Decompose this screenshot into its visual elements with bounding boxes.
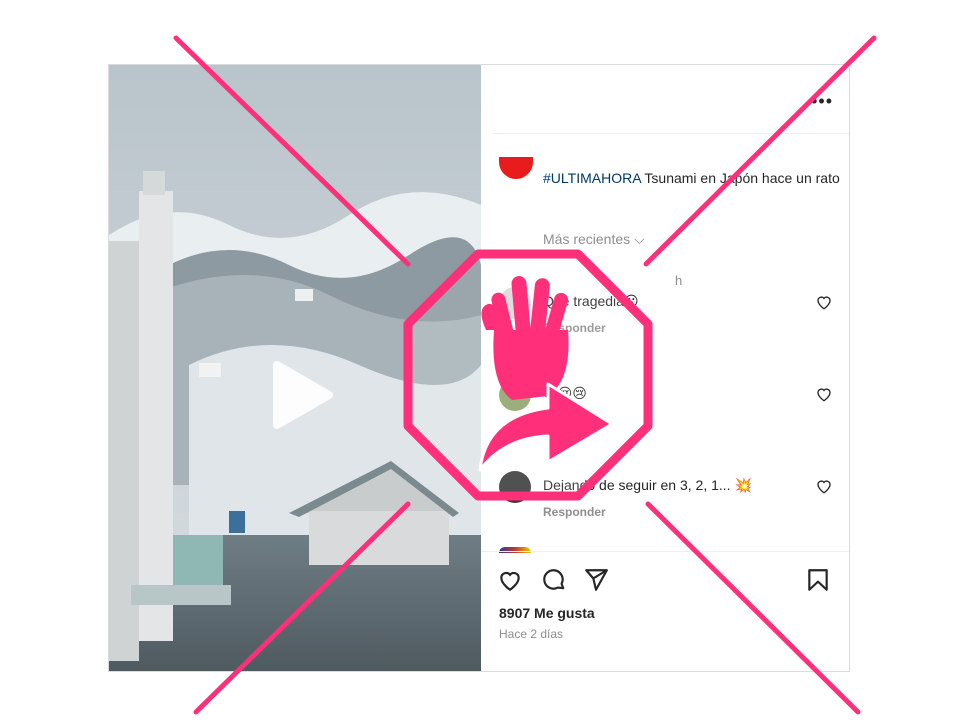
comment-avatar[interactable] [499,471,531,503]
comment-avatar[interactable] [499,379,531,411]
comment-sort-dropdown[interactable]: Más recientes ⌵ [543,231,645,248]
post-action-bar [497,567,837,597]
comment-avatar-partial[interactable] [499,547,531,553]
heart-icon[interactable] [815,293,833,311]
caption-hashtag[interactable]: #ULTIMAHORA [543,170,641,186]
instagram-post: ••• #ULTIMAHORA Tsunami en Japón hace un… [108,64,850,672]
post-date: Hace 2 días [499,627,564,641]
reply-button[interactable]: Responder [543,505,606,519]
share-icon[interactable] [583,567,609,593]
comment-avatar[interactable] [499,287,531,319]
author-avatar[interactable] [499,157,533,179]
comment-timestamp: h [675,273,683,288]
play-icon[interactable] [259,355,339,435]
comment-text: 😢😢😢 [543,385,587,401]
bookmark-icon[interactable] [805,567,831,593]
heart-icon[interactable] [815,477,833,495]
reply-button[interactable]: Responder [543,413,606,427]
divider [481,551,849,552]
heart-icon[interactable] [497,567,523,593]
comment-text: Que tragedia😮 [543,293,639,309]
reply-button[interactable]: Responder [543,321,606,335]
like-count[interactable]: 8907 Me gusta [499,605,595,621]
video-player[interactable] [109,65,481,671]
heart-icon[interactable] [815,385,833,403]
caption-text: Tsunami en Japón hace un rato [640,170,840,186]
comment-icon[interactable] [541,567,567,593]
post-sidebar: ••• #ULTIMAHORA Tsunami en Japón hace un… [481,65,849,671]
comment-text: Dejando de seguir en 3, 2, 1... 💥 [543,477,752,493]
divider [493,133,849,134]
post-caption: #ULTIMAHORA Tsunami en Japón hace un rat… [543,169,843,188]
more-options-icon[interactable]: ••• [811,91,833,112]
